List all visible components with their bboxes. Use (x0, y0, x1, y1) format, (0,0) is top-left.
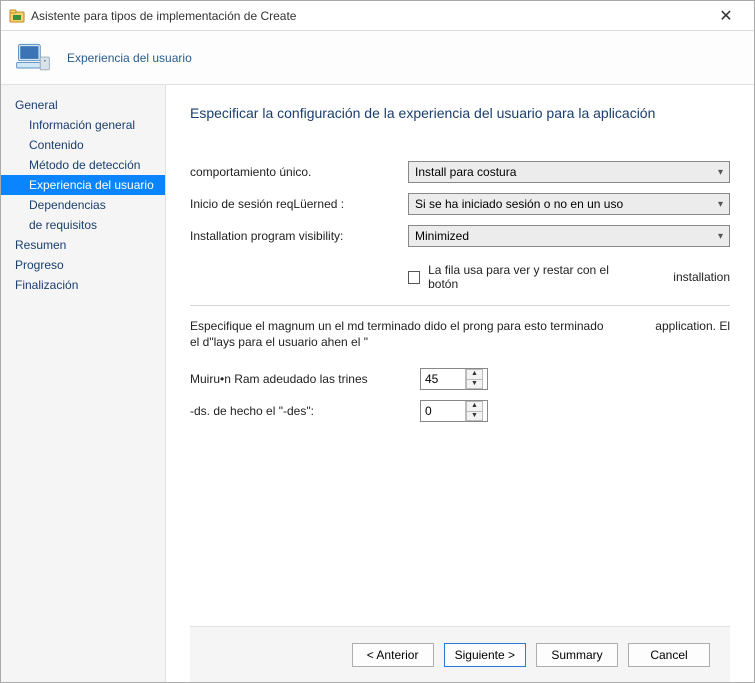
spinner-ram[interactable]: ▲ ▼ (420, 368, 488, 390)
nav-de-requisitos[interactable]: de requisitos (1, 215, 165, 235)
chevron-down-icon: ▾ (718, 167, 723, 178)
label-ram: Muiru•n Ram adeudado las trines (190, 372, 420, 386)
row-checkbox: La fila usa para ver y restar con el bot… (408, 263, 730, 291)
nav-dependencias[interactable]: Dependencias (1, 195, 165, 215)
spinner-ds-buttons: ▲ ▼ (465, 401, 483, 421)
close-icon: ✕ (719, 6, 732, 26)
wizard-content: Especificar la configuración de la exper… (166, 85, 754, 682)
wizard-footer: < Anterior Siguiente > Summary Cancel (190, 626, 730, 682)
label-behavior: comportamiento único. (190, 165, 408, 179)
label-login: Inicio de sesión reqLüerned : (190, 197, 408, 211)
row-visibility: Installation program visibility: Minimiz… (190, 225, 730, 247)
wizard-nav: General Información general Contenido Mé… (1, 85, 166, 682)
arrow-down-icon[interactable]: ▼ (466, 411, 483, 421)
arrow-up-icon[interactable]: ▲ (466, 401, 483, 411)
nav-info-general[interactable]: Información general (1, 115, 165, 135)
note-text: Especifique el magnum un el md terminado… (190, 318, 730, 350)
row-login: Inicio de sesión reqLüerned : Si se ha i… (190, 193, 730, 215)
page-heading: Especificar la configuración de la exper… (190, 105, 730, 121)
chevron-down-icon: ▾ (718, 231, 723, 242)
spinner-ds[interactable]: ▲ ▼ (420, 400, 488, 422)
note-right: application. El (655, 318, 730, 350)
wizard-header: Experiencia del usuario (1, 31, 754, 85)
spinner-ram-input[interactable] (421, 369, 465, 389)
select-behavior-value: Install para costura (415, 165, 516, 179)
spinner-ram-buttons: ▲ ▼ (465, 369, 483, 389)
previous-button[interactable]: < Anterior (352, 643, 434, 667)
checkbox-right-text: installation (673, 270, 730, 284)
content-spacer (190, 432, 730, 626)
close-button[interactable]: ✕ (706, 2, 746, 30)
row-ds: -ds. de hecho el "-des": ▲ ▼ (190, 400, 730, 422)
select-behavior[interactable]: Install para costura ▾ (408, 161, 730, 183)
arrow-up-icon[interactable]: ▲ (466, 369, 483, 379)
cancel-button[interactable]: Cancel (628, 643, 710, 667)
nav-progreso[interactable]: Progreso (1, 255, 165, 275)
select-visibility[interactable]: Minimized ▾ (408, 225, 730, 247)
label-visibility: Installation program visibility: (190, 229, 408, 243)
nav-finalizacion[interactable]: Finalización (1, 275, 165, 295)
divider (190, 305, 730, 306)
select-login[interactable]: Si se ha iniciado sesión o no en un uso … (408, 193, 730, 215)
checkbox-label: La fila usa para ver y restar con el bot… (428, 263, 625, 291)
nav-general[interactable]: General (1, 95, 165, 115)
nav-contenido[interactable]: Contenido (1, 135, 165, 155)
nav-metodo-deteccion[interactable]: Método de detección (1, 155, 165, 175)
step-title: Experiencia del usuario (67, 51, 192, 65)
nav-experiencia-usuario[interactable]: Experiencia del usuario (1, 175, 165, 195)
summary-button[interactable]: Summary (536, 643, 618, 667)
titlebar: Asistente para tipos de implementación d… (1, 1, 754, 31)
next-button[interactable]: Siguiente > (444, 643, 526, 667)
computer-icon (13, 40, 53, 76)
wizard-body: General Información general Contenido Mé… (1, 85, 754, 682)
select-visibility-value: Minimized (415, 229, 469, 243)
window-title: Asistente para tipos de implementación d… (31, 9, 706, 23)
chevron-down-icon: ▾ (718, 199, 723, 210)
wizard-window: Asistente para tipos de implementación d… (0, 0, 755, 683)
label-ds: -ds. de hecho el "-des": (190, 404, 420, 418)
app-icon (9, 8, 25, 24)
row-behavior: comportamiento único. Install para costu… (190, 161, 730, 183)
row-ram: Muiru•n Ram adeudado las trines ▲ ▼ (190, 368, 730, 390)
select-login-value: Si se ha iniciado sesión o no en un uso (415, 197, 623, 211)
nav-resumen[interactable]: Resumen (1, 235, 165, 255)
spinner-ds-input[interactable] (421, 401, 465, 421)
note-left: Especifique el magnum un el md terminado… (190, 318, 610, 350)
arrow-down-icon[interactable]: ▼ (466, 379, 483, 389)
checkbox-allow-interact[interactable] (408, 271, 420, 284)
